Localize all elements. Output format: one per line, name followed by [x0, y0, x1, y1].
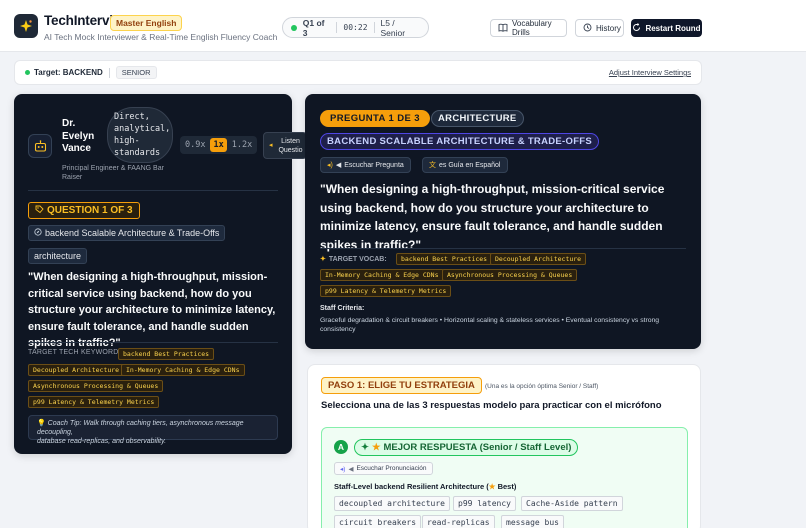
master-english-badge: Master English: [110, 15, 183, 31]
speed-0-9x-button[interactable]: 0.9x: [182, 138, 208, 152]
lightbulb-icon: 💡: [37, 420, 46, 427]
best-answer-pill: ✦ ★ MEJOR RESPUESTA (Senior / Staff Leve…: [354, 439, 579, 456]
question-progress: Q1 of 3: [302, 17, 325, 38]
coach-tip: 💡 Coach Tip: Walk through caching tiers,…: [28, 415, 278, 445]
target-role: Target: BACKEND: [34, 68, 103, 77]
interviewer-style-bubble: Direct, analytical, high- standards: [107, 107, 173, 163]
question-text: "When designing a high-throughput, missi…: [28, 271, 276, 349]
answer-tag: Cache-Aside pattern: [521, 496, 623, 511]
category-tag: architecture: [28, 248, 88, 264]
book-icon: [498, 23, 508, 34]
vocab-tag: Asynchronous Processing & Queues: [442, 269, 578, 281]
question-number-badge: QUESTION 1 OF 3: [28, 202, 140, 219]
answer-tag: circuit breakers: [334, 515, 422, 528]
speed-1x-button[interactable]: 1x: [210, 138, 227, 152]
topic-pill: BACKEND SCALABLE ARCHITECTURE & TRADE-OF…: [320, 133, 600, 150]
history-button[interactable]: History: [575, 19, 624, 37]
keywords-label: TARGET TECH KEYWORDS:: [28, 349, 126, 356]
seniority-tag: SENIOR: [115, 66, 157, 79]
keyword-tag: backend Best Practices: [118, 348, 215, 360]
app-header: TechInterview Master English AI Tech Moc…: [0, 0, 806, 52]
logo-icon: [14, 14, 38, 38]
pregunta-badge: PREGUNTA 1 DE 3: [320, 110, 430, 127]
target-dot-icon: [25, 70, 30, 75]
vocabulary-drills-button[interactable]: Vocabulary Drills: [490, 19, 567, 37]
step-title: Selecciona una de las 3 respuestas model…: [321, 400, 662, 411]
restart-icon: [632, 22, 641, 34]
vocab-tag: backend Best Practices: [396, 253, 493, 265]
keyword-tag: In-Memory Caching & Edge CDNs: [121, 364, 245, 376]
tag-icon: [35, 205, 44, 217]
answer-tag: decoupled architecture: [334, 496, 450, 511]
step-subtitle: (Una es la opción óptima Senior / Staff): [485, 383, 599, 390]
vocab-tag: p99 Latency & Telemetry Metrics: [320, 285, 452, 297]
interviewer-name: Dr. Evelyn Vance: [62, 118, 95, 154]
speaker-icon: ◂): [327, 162, 333, 169]
star-icon: ★: [488, 482, 496, 491]
divider: [320, 248, 686, 249]
question-card: PREGUNTA 1 DE 3 ARCHITECTURE BACKEND SCA…: [305, 94, 701, 349]
listen-pronunciation-button[interactable]: ◂) ◀ Escuchar Pronunciación: [334, 462, 433, 475]
robot-icon: [28, 134, 52, 158]
listen-question-button[interactable]: ◂) ◀ Escuchar Pregunta: [320, 157, 411, 173]
interviewer-card: Dr. Evelyn Vance Direct, analytical, hig…: [14, 94, 307, 454]
sparkle-icon: ✦: [361, 442, 369, 453]
listen-question-button[interactable]: ◂ Listen Questio: [263, 132, 307, 159]
topic-tag: backend Scalable Architecture & Trade-Of…: [28, 225, 226, 241]
criteria-label: Staff Criteria:: [320, 305, 365, 312]
answer-letter: A: [334, 440, 348, 454]
target-bar: Target: BACKEND SENIOR Adjust Interview …: [14, 60, 702, 85]
category-pill: ARCHITECTURE: [431, 110, 524, 127]
adjust-settings-link[interactable]: Adjust Interview Settings: [609, 68, 691, 77]
interviewer-role: Principal Engineer & FAANG Bar Raiser: [62, 165, 164, 181]
translate-icon: 文: [429, 162, 436, 169]
criteria-text: Graceful degradation & circuit breakers …: [320, 317, 660, 333]
speaker-icon: ◂: [269, 142, 273, 149]
vocab-label: ✦ TARGET VOCAB:: [320, 255, 387, 264]
volume-icon: ◀: [335, 162, 342, 169]
session-timer: 00:22: [343, 23, 368, 32]
keyword-tag: Asynchronous Processing & Queues: [28, 380, 164, 392]
answer-tag: read-replicas: [422, 515, 495, 528]
strategy-card: PASO 1: ELIGE TU ESTRATEGIA (Una es la o…: [307, 364, 701, 528]
step-badge: PASO 1: ELIGE TU ESTRATEGIA: [321, 377, 482, 394]
vocab-tag: In-Memory Caching & Edge CDNs: [320, 269, 444, 281]
level-indicator: L5 / Senior: [380, 17, 406, 38]
star-icon: ★: [371, 442, 381, 453]
answer-tag: message bus: [501, 515, 564, 528]
keyword-tag: p99 Latency & Telemetry Metrics: [28, 396, 160, 408]
restart-round-button[interactable]: Restart Round: [631, 19, 702, 37]
speed-1-2x-button[interactable]: 1.2x: [229, 138, 255, 152]
divider: [28, 342, 278, 343]
compass-icon: [34, 228, 42, 238]
target-icon: ✦: [320, 256, 326, 263]
playback-speed-group: 0.9x 1x 1.2x: [180, 136, 258, 154]
question-text: "When designing a high-throughput, missi…: [320, 182, 665, 252]
spanish-guide-button[interactable]: 文 es Guía en Español: [422, 157, 508, 173]
vocab-tag: Decoupled Architecture: [490, 253, 587, 265]
answer-title: Staff-Level backend Resilient Architectu…: [334, 482, 517, 491]
status-dot-icon: [291, 24, 297, 31]
session-status-pill: Q1 of 3 00:22 L5 / Senior: [282, 17, 429, 38]
history-icon: [583, 23, 592, 34]
answer-option-a[interactable]: A ✦ ★ MEJOR RESPUESTA (Senior / Staff Le…: [321, 427, 688, 528]
answer-tag: p99 latency: [453, 496, 516, 511]
volume-icon: ◀: [348, 465, 354, 473]
brand-subtitle: AI Tech Mock Interviewer & Real-Time Eng…: [44, 32, 278, 42]
divider: [28, 190, 278, 191]
speaker-icon: ◂): [340, 465, 346, 473]
keyword-tag: Decoupled Architecture: [28, 364, 125, 376]
